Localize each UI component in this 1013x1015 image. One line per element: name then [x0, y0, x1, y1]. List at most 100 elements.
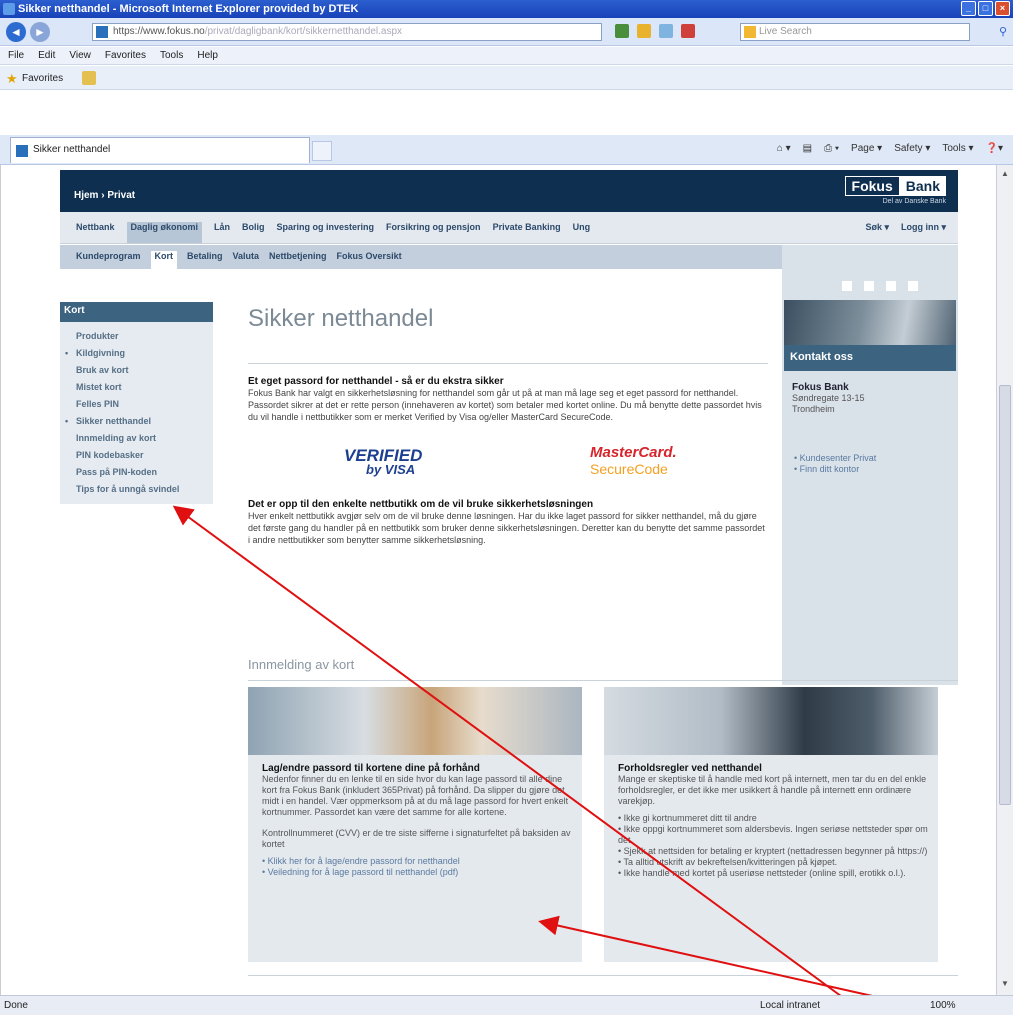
nav-daglig-okonomi[interactable]: Daglig økonomi — [126, 222, 203, 243]
zoom-level[interactable]: 100% — [930, 1000, 956, 1011]
left-item-pin-kodebasker[interactable]: PIN kodebasker — [60, 447, 213, 464]
page-title: Sikker netthandel — [248, 305, 434, 332]
link-veiledning-pdf[interactable]: Veiledning for å lage passord til nettha… — [262, 867, 574, 878]
nav-ung[interactable]: Ung — [573, 222, 591, 243]
subnav-betaling[interactable]: Betaling — [187, 251, 223, 269]
heading-opp: Det er opp til den enkelte nettbutikk om… — [248, 499, 594, 510]
left-item-mistet-kort[interactable]: Mistet kort — [60, 379, 213, 396]
add-favorite-icon[interactable] — [82, 71, 96, 85]
bookmark-icon[interactable] — [908, 281, 918, 291]
favorites-star-icon[interactable]: ★ — [6, 71, 18, 87]
menu-tools[interactable]: Tools — [160, 50, 183, 64]
contact-heading: Kontakt oss — [784, 345, 956, 371]
link-lage-passord[interactable]: Klikk her for å lage/endre passord for n… — [262, 856, 574, 867]
new-tab-button[interactable] — [312, 141, 332, 161]
breadcrumb[interactable]: Hjem › Privat — [74, 190, 135, 201]
menu-edit[interactable]: Edit — [38, 50, 55, 64]
sub-nav: Kundeprogram Kort Betaling Valuta Nettbe… — [60, 245, 782, 269]
menu-help[interactable]: Help — [197, 50, 218, 64]
stop-icon[interactable] — [681, 24, 695, 38]
close-button[interactable]: × — [995, 1, 1010, 16]
keyboard-photo — [248, 687, 582, 755]
tools-menu[interactable]: Tools ▾ — [942, 143, 973, 154]
print-icon[interactable]: ⎙ ▾ — [824, 143, 839, 154]
help-icon[interactable]: ❓▾ — [986, 143, 1003, 154]
search-icon[interactable]: ⚲ — [999, 25, 1007, 38]
security-zone: Local intranet — [760, 1000, 821, 1011]
email-page-icon[interactable] — [864, 281, 874, 291]
home-icon[interactable]: ⌂ ▾ — [777, 143, 791, 154]
subnav-kundeprogram[interactable]: Kundeprogram — [76, 251, 141, 269]
scroll-down-icon[interactable]: ▼ — [999, 979, 1011, 991]
left-item-tips[interactable]: Tips for å unngå svindel — [60, 481, 213, 498]
window-title: Sikker netthandel - Microsoft Internet E… — [18, 3, 359, 15]
left-item-felles-pin[interactable]: Felles PIN — [60, 396, 213, 413]
nav-lan[interactable]: Lån — [214, 222, 230, 243]
feeds-icon[interactable]: ▤ — [803, 143, 812, 154]
forward-button[interactable]: ► — [30, 22, 50, 42]
nav-bolig[interactable]: Bolig — [242, 222, 265, 243]
minimize-button[interactable]: _ — [961, 1, 976, 16]
section-title: Innmelding av kort — [248, 657, 958, 681]
favorites-label[interactable]: Favorites — [22, 73, 63, 84]
lock-icon[interactable] — [637, 24, 651, 38]
subnav-valuta[interactable]: Valuta — [233, 251, 260, 269]
login-button[interactable]: Logg inn ▾ — [901, 222, 946, 233]
right-column: Kontakt oss Fokus Bank Søndregate 13-15 … — [782, 245, 958, 685]
status-text: Done — [4, 1000, 28, 1011]
left-item-pass-pa-pin[interactable]: Pass på PIN-koden — [60, 464, 213, 481]
menu-bar: File Edit View Favorites Tools Help — [0, 47, 1013, 65]
fokus-bank-logo[interactable]: Fokus Bank Del av Danske Bank — [844, 176, 946, 205]
print-page-icon[interactable] — [842, 281, 852, 291]
subnav-kort[interactable]: Kort — [150, 251, 178, 269]
section-innmelding: Innmelding av kort Lag/endre passord til… — [248, 657, 958, 976]
left-item-produkter[interactable]: Produkter — [60, 328, 213, 345]
maximize-button[interactable]: □ — [978, 1, 993, 16]
live-search-icon — [744, 26, 756, 38]
contact-link-finn-kontor[interactable]: • Finn ditt kontor — [794, 464, 876, 475]
menu-file[interactable]: File — [8, 50, 24, 64]
refresh-icon[interactable] — [659, 24, 673, 38]
box2-text: Mange er skeptiske til å handle med kort… — [618, 774, 927, 806]
tab-favicon-icon — [16, 145, 28, 157]
scroll-thumb[interactable] — [999, 385, 1011, 805]
para-passord: Fokus Bank har valgt en sikkerhetsløsnin… — [248, 388, 762, 422]
box1-title: Lag/endre passord til kortene dine på fo… — [262, 763, 480, 774]
nav-private-banking[interactable]: Private Banking — [493, 222, 561, 243]
left-item-innmelding[interactable]: Innmelding av kort — [60, 430, 213, 447]
nav-sparing[interactable]: Sparing og investering — [277, 222, 375, 243]
left-item-sikker-netthandel[interactable]: Sikker netthandel — [60, 413, 213, 430]
left-item-bruk-av-kort[interactable]: Bruk av kort — [60, 362, 213, 379]
contact-link-kundesenter[interactable]: • Kundesenter Privat — [794, 453, 876, 464]
para-opp: Hver enkelt nettbutikk avgjør selv om de… — [248, 511, 765, 545]
divider — [248, 975, 958, 976]
main-content: Sikker netthandel Et eget passord for ne… — [248, 305, 768, 546]
back-button[interactable]: ◄ — [6, 22, 26, 42]
favorites-bar: ★ Favorites — [0, 66, 1013, 90]
left-menu: Kort Produkter Kildgivning Bruk av kort … — [60, 302, 213, 504]
nav-nettbank[interactable]: Nettbank — [76, 222, 115, 243]
contact-address: Fokus Bank Søndregate 13-15 Trondheim — [792, 382, 865, 414]
tab-sikker-netthandel[interactable]: Sikker netthandel — [10, 137, 310, 163]
subnav-fokus-oversikt[interactable]: Fokus Oversikt — [337, 251, 402, 269]
nav-forsikring[interactable]: Forsikring og pensjon — [386, 222, 481, 243]
subnav-nettbetjening[interactable]: Nettbetjening — [269, 251, 327, 269]
verified-by-visa-logo: VERIFIED by VISA — [344, 446, 423, 477]
search-input[interactable]: Live Search — [740, 23, 970, 41]
main-nav: Nettbank Daglig økonomi Lån Bolig Sparin… — [60, 212, 958, 244]
box1-text2: Kontrollnummeret (CVV) er de tre siste s… — [262, 828, 571, 849]
menu-favorites[interactable]: Favorites — [105, 50, 146, 64]
safety-menu[interactable]: Safety ▾ — [894, 143, 930, 154]
vertical-scrollbar[interactable]: ▲ ▼ — [996, 165, 1013, 995]
left-item-kildgivning[interactable]: Kildgivning — [60, 345, 213, 362]
box1-text: Nedenfor finner du en lenke til en side … — [262, 774, 569, 817]
box-forholdsregler: Forholdsregler ved netthandel Mange er s… — [604, 687, 938, 962]
go-icon[interactable] — [615, 24, 629, 38]
left-menu-heading[interactable]: Kort — [60, 302, 213, 322]
scroll-up-icon[interactable]: ▲ — [999, 169, 1011, 181]
menu-view[interactable]: View — [69, 50, 91, 64]
address-input[interactable]: https://www.fokus.no/privat/dagligbank/k… — [92, 23, 602, 41]
page-menu[interactable]: Page ▾ — [851, 143, 882, 154]
text-size-icon[interactable] — [886, 281, 896, 291]
site-search-button[interactable]: Søk ▾ — [865, 222, 889, 233]
